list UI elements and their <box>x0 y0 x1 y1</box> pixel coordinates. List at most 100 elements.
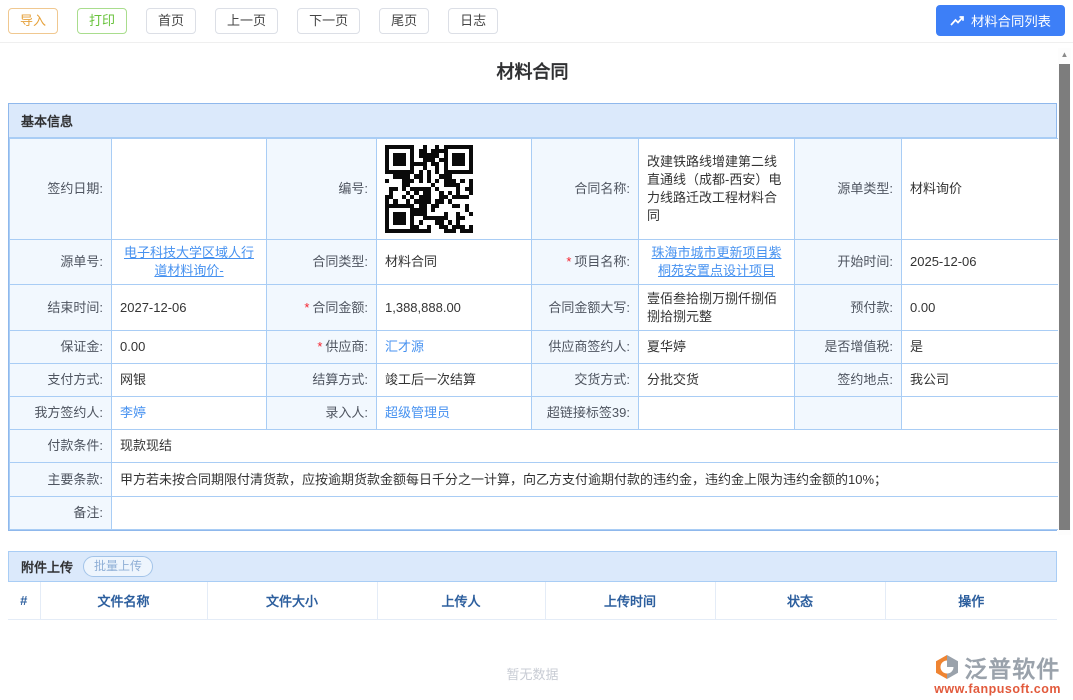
project-name-link[interactable]: 珠海市城市更新项目紫桐苑安置点设计项目 <box>651 245 781 278</box>
attachments-table: # 文件名称 文件大小 上传人 上传时间 状态 操作 <box>8 582 1057 620</box>
recorder-link[interactable]: 超级管理员 <box>385 405 450 420</box>
contract-amount-value: 1,388,888.00 <box>377 285 532 331</box>
form-row-8: 主要条款: 甲方若未按合同期限付清货款，应按逾期货款金额每日千分之一计算，向乙方… <box>10 463 1059 497</box>
number-value <box>377 139 532 240</box>
start-time-label: 开始时间: <box>795 240 902 285</box>
form-row-1: 签约日期: 编号: 合同名称: 改建铁路线增建第二线直通线（成都-西安）电力线路… <box>10 139 1059 240</box>
our-signer-link[interactable]: 李婷 <box>120 405 146 420</box>
contract-list-button[interactable]: 材料合同列表 <box>936 5 1065 36</box>
qr-code-image <box>385 145 473 233</box>
required-asterisk: * <box>304 300 309 315</box>
prepayment-value: 0.00 <box>902 285 1059 331</box>
fanpu-watermark: 泛普软件 www.fanpusoft.com <box>934 650 1061 696</box>
vat-flag-label: 是否增值税: <box>795 331 902 364</box>
blank-label <box>795 397 902 430</box>
col-upload-time: 上传时间 <box>545 582 715 620</box>
amount-in-words-value: 壹佰叁拾捌万捌仟捌佰捌拾捌元整 <box>639 285 795 331</box>
hyperlink-tag-39-label: 超链接标签39: <box>532 397 639 430</box>
required-asterisk: * <box>317 339 322 354</box>
vertical-scrollbar[interactable]: ▲ <box>1058 48 1071 535</box>
supplier-signer-label: 供应商签约人: <box>532 331 639 364</box>
first-page-button[interactable]: 首页 <box>146 8 196 34</box>
scroll-up-arrow[interactable]: ▲ <box>1058 48 1071 62</box>
prepayment-label: 预付款: <box>795 285 902 331</box>
sign-place-value: 我公司 <box>902 364 1059 397</box>
scrollbar-thumb[interactable] <box>1059 64 1070 530</box>
number-label: 编号: <box>267 139 377 240</box>
settlement-method-label: 结算方式: <box>267 364 377 397</box>
project-name-label: *项目名称: <box>532 240 639 285</box>
sign-date-value <box>112 139 267 240</box>
fanpu-logo-icon <box>934 654 960 680</box>
supplier-link[interactable]: 汇才源 <box>385 339 424 354</box>
empty-state: 暂无数据 <box>8 620 1057 700</box>
end-time-value: 2027-12-06 <box>112 285 267 331</box>
payment-terms-label: 付款条件: <box>10 430 112 463</box>
sign-date-label: 签约日期: <box>10 139 112 240</box>
vat-flag-value: 是 <box>902 331 1059 364</box>
form-row-9: 备注: <box>10 497 1059 530</box>
basic-info-header: 基本信息 <box>9 104 1056 138</box>
contract-type-value: 材料合同 <box>377 240 532 285</box>
col-actions: 操作 <box>885 582 1057 620</box>
source-no-link[interactable]: 电子科技大学区域人行道材料询价- <box>124 245 254 278</box>
payment-method-value: 网银 <box>112 364 267 397</box>
our-signer-value: 李婷 <box>112 397 267 430</box>
our-signer-label: 我方签约人: <box>10 397 112 430</box>
delivery-method-value: 分批交货 <box>639 364 795 397</box>
last-page-button[interactable]: 尾页 <box>379 8 429 34</box>
source-type-label: 源单类型: <box>795 139 902 240</box>
sign-place-label: 签约地点: <box>795 364 902 397</box>
brand-name: 泛普软件 <box>964 650 1060 684</box>
settlement-method-value: 竣工后一次结算 <box>377 364 532 397</box>
source-no-value: 电子科技大学区域人行道材料询价- <box>112 240 267 285</box>
supplier-value: 汇才源 <box>377 331 532 364</box>
form-row-6: 我方签约人: 李婷 录入人: 超级管理员 超链接标签39: <box>10 397 1059 430</box>
col-uploader: 上传人 <box>377 582 545 620</box>
recorder-value: 超级管理员 <box>377 397 532 430</box>
form-row-5: 支付方式: 网银 结算方式: 竣工后一次结算 交货方式: 分批交货 签约地点: … <box>10 364 1059 397</box>
prev-page-button[interactable]: 上一页 <box>215 8 278 34</box>
attachments-header-row: # 文件名称 文件大小 上传人 上传时间 状态 操作 <box>8 582 1057 620</box>
contract-list-button-label: 材料合同列表 <box>971 11 1051 30</box>
hyperlink-tag-39-value <box>639 397 795 430</box>
log-button[interactable]: 日志 <box>448 8 498 34</box>
page-title: 材料合同 <box>8 58 1057 84</box>
attachments-title: 附件上传 <box>21 557 73 576</box>
start-time-value: 2025-12-06 <box>902 240 1059 285</box>
basic-info-table: 签约日期: 编号: 合同名称: 改建铁路线增建第二线直通线（成都-西安）电力线路… <box>9 138 1059 530</box>
basic-info-section: 基本信息 签约日期: 编号: 合同名称: 改建铁路线增建第二线直通线（成都-西安… <box>8 103 1057 531</box>
supplier-label: *供应商: <box>267 331 377 364</box>
source-no-label: 源单号: <box>10 240 112 285</box>
form-row-2: 源单号: 电子科技大学区域人行道材料询价- 合同类型: 材料合同 *项目名称: … <box>10 240 1059 285</box>
end-time-label: 结束时间: <box>10 285 112 331</box>
brand-url: www.fanpusoft.com <box>934 682 1061 696</box>
attachments-section: 附件上传 批量上传 # 文件名称 文件大小 上传人 上传时间 状态 操作 暂无数… <box>8 551 1057 700</box>
trend-up-icon <box>950 15 965 27</box>
contract-name-label: 合同名称: <box>532 139 639 240</box>
deposit-label: 保证金: <box>10 331 112 364</box>
print-button[interactable]: 打印 <box>77 8 127 34</box>
main-content: 材料合同 基本信息 签约日期: 编号: 合同名称: 改建铁路线增建第二线直通线（… <box>8 58 1057 700</box>
remark-label: 备注: <box>10 497 112 530</box>
contract-type-label: 合同类型: <box>267 240 377 285</box>
next-page-button[interactable]: 下一页 <box>297 8 360 34</box>
source-type-value: 材料询价 <box>902 139 1059 240</box>
payment-terms-value: 现款现结 <box>112 430 1059 463</box>
col-file-name: 文件名称 <box>40 582 207 620</box>
col-index: # <box>8 582 40 620</box>
toolbar: 导入 打印 首页 上一页 下一页 尾页 日志 材料合同列表 <box>0 0 1073 43</box>
contract-amount-label: *合同金额: <box>267 285 377 331</box>
payment-method-label: 支付方式: <box>10 364 112 397</box>
form-row-4: 保证金: 0.00 *供应商: 汇才源 供应商签约人: 夏华婷 是否增值税: 是 <box>10 331 1059 364</box>
project-name-value: 珠海市城市更新项目紫桐苑安置点设计项目 <box>639 240 795 285</box>
recorder-label: 录入人: <box>267 397 377 430</box>
contract-name-value: 改建铁路线增建第二线直通线（成都-西安）电力线路迁改工程材料合同 <box>639 139 795 240</box>
amount-in-words-label: 合同金额大写: <box>532 285 639 331</box>
import-button[interactable]: 导入 <box>8 8 58 34</box>
remark-value <box>112 497 1059 530</box>
form-row-7: 付款条件: 现款现结 <box>10 430 1059 463</box>
batch-upload-button[interactable]: 批量上传 <box>83 556 153 577</box>
attachments-header: 附件上传 批量上传 <box>8 551 1057 582</box>
supplier-signer-value: 夏华婷 <box>639 331 795 364</box>
